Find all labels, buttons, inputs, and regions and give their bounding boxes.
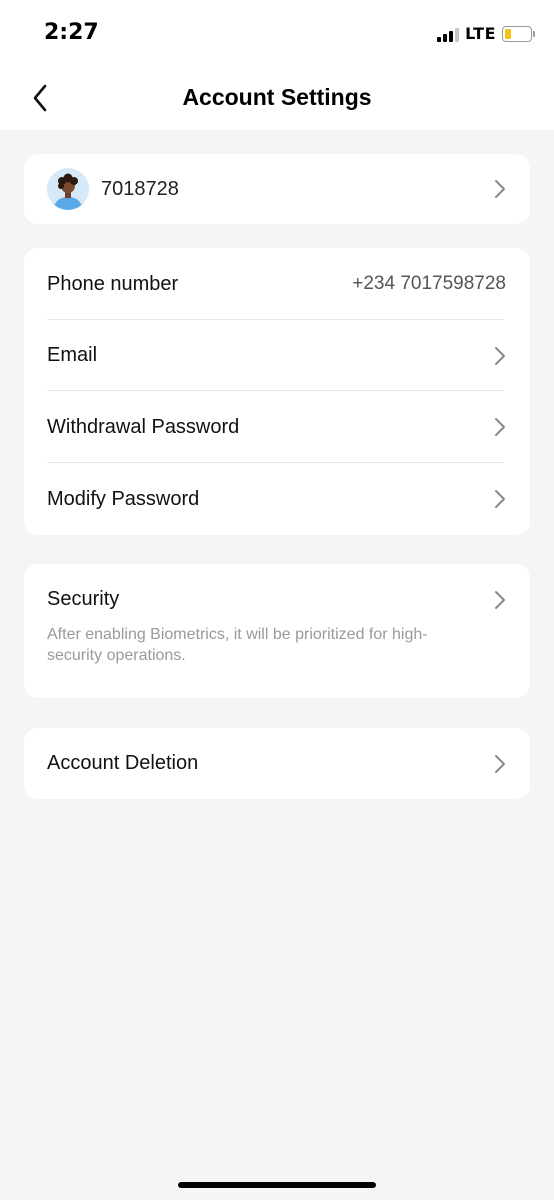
navigation-bar: Account Settings bbox=[0, 66, 554, 130]
chevron-right-icon bbox=[494, 754, 506, 774]
phone-number-label: Phone number bbox=[47, 272, 179, 295]
home-indicator[interactable] bbox=[178, 1182, 376, 1188]
withdrawal-password-label: Withdrawal Password bbox=[47, 415, 240, 438]
chevron-right-icon bbox=[494, 346, 506, 366]
modify-password-row[interactable]: Modify Password bbox=[24, 463, 530, 535]
withdrawal-password-row[interactable]: Withdrawal Password bbox=[24, 391, 530, 463]
security-card[interactable]: Security After enabling Biometrics, it w… bbox=[24, 564, 530, 698]
modify-password-label: Modify Password bbox=[47, 487, 200, 510]
chevron-right-icon bbox=[494, 179, 506, 199]
phone-number-value: +234 7017598728 bbox=[352, 273, 506, 294]
battery-level bbox=[505, 28, 511, 39]
cellular-signal-icon bbox=[437, 26, 460, 42]
account-deletion-label: Account Deletion bbox=[47, 752, 199, 774]
phone-number-row: Phone number +234 7017598728 bbox=[24, 248, 530, 320]
user-avatar-icon bbox=[47, 168, 89, 210]
security-label: Security bbox=[47, 588, 120, 610]
profile-card[interactable]: 7018728 bbox=[24, 154, 530, 224]
chevron-right-icon bbox=[494, 417, 506, 437]
security-row[interactable]: Security bbox=[24, 564, 530, 624]
page-title: Account Settings bbox=[182, 84, 372, 110]
network-type: LTE bbox=[465, 24, 496, 43]
battery-icon bbox=[502, 25, 535, 42]
chevron-right-icon bbox=[494, 489, 506, 509]
status-indicators: LTE bbox=[437, 24, 535, 43]
security-description: After enabling Biometrics, it will be pr… bbox=[47, 626, 428, 664]
status-time: 2:27 bbox=[44, 20, 99, 45]
email-row[interactable]: Email bbox=[24, 320, 530, 391]
profile-row[interactable]: 7018728 bbox=[24, 154, 530, 224]
account-deletion-row[interactable]: Account Deletion bbox=[24, 728, 530, 799]
email-label: Email bbox=[47, 344, 98, 366]
chevron-right-icon bbox=[494, 590, 506, 610]
account-deletion-card[interactable]: Account Deletion bbox=[24, 728, 530, 799]
account-details-card: Phone number +234 7017598728 Email Withd… bbox=[24, 248, 530, 535]
profile-user-id: 7018728 bbox=[101, 177, 179, 200]
status-bar: 2:27 LTE bbox=[0, 0, 554, 66]
